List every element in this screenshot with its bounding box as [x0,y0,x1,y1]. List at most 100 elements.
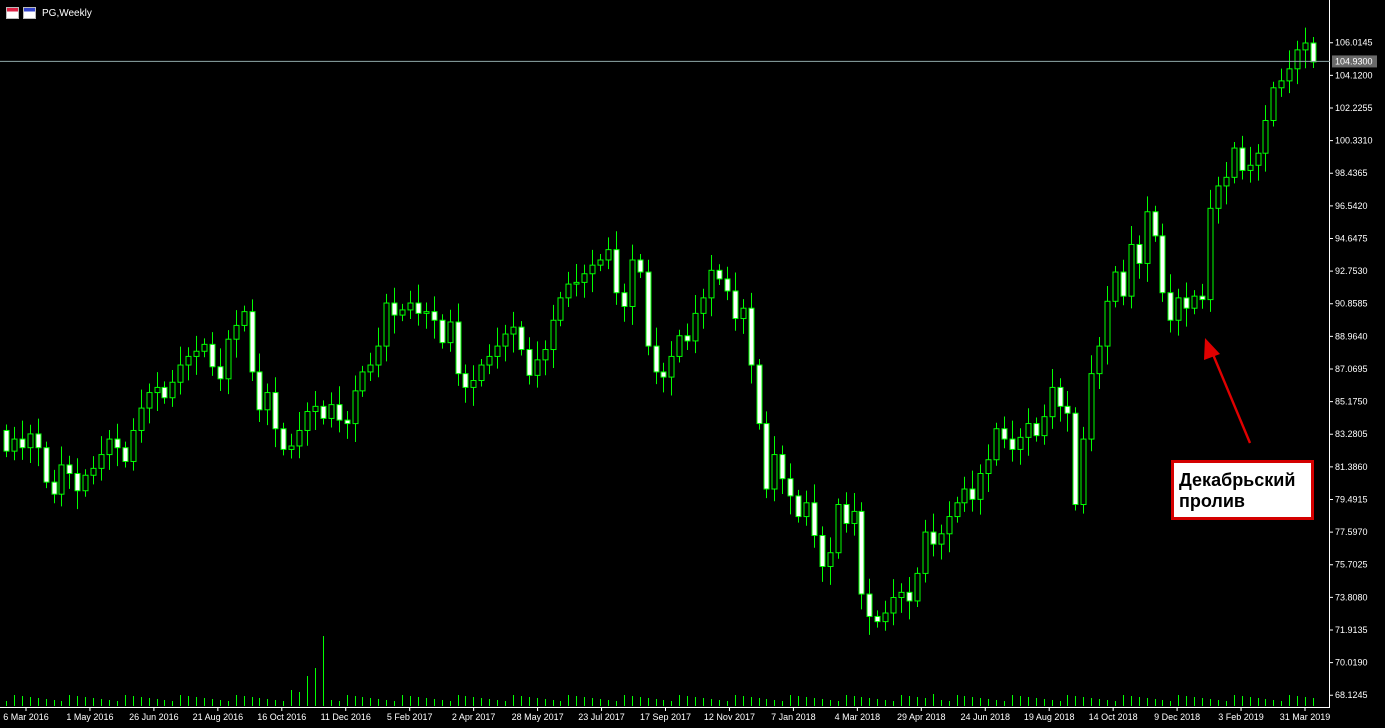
current-price-label: 104.9300 [1335,56,1373,66]
price-chart[interactable]: 106.0145 104.1200 102.2255 100.3310 98.4365 9… [0,0,1385,728]
candle [27,424,34,464]
candle [233,310,240,358]
candle-body [795,495,802,518]
candle-body [1223,176,1230,187]
annotation-text: Декабрьский пролив [1179,470,1296,511]
price-tick-label: 94.6475 [1335,233,1368,243]
candle-body [256,371,263,411]
chart-window-icon[interactable] [6,7,19,19]
candle [74,458,81,510]
price-tick-label: 79.4915 [1335,494,1368,504]
candle [344,411,351,439]
candle [756,359,763,430]
candle [668,341,675,396]
candle [1128,226,1135,309]
candle [716,264,723,285]
candle-body [716,269,723,280]
candle [708,254,715,317]
candle [1009,420,1016,462]
candle-body [985,459,992,475]
price-tick-label: 75.7025 [1335,560,1368,570]
candle-body [510,326,517,335]
time-tick-label: 4 Mar 2018 [835,712,881,722]
candle-body [668,355,675,378]
candle-body [233,324,240,340]
candle [557,291,564,327]
time-tick-label: 14 Oct 2018 [1089,712,1138,722]
candle-body [1041,416,1048,437]
candle-body [660,371,667,378]
candle [906,577,913,620]
candle [724,266,731,301]
candle-body [1167,292,1174,321]
candle-body [1017,436,1024,450]
candle-body [304,411,311,431]
candle [961,476,968,512]
candle [161,381,168,404]
candle [11,426,18,461]
candle-body [827,552,834,568]
candle [1247,146,1254,183]
time-tick-label: 21 Aug 2016 [193,712,244,722]
candle-body [35,433,42,449]
candle-body [288,445,295,450]
candle-body [542,349,549,361]
chart-title: PG,Weekly [42,7,92,19]
price-tick-label: 73.8080 [1335,592,1368,602]
candle [249,299,256,382]
candle-body [225,338,232,380]
candle-body [201,343,208,352]
candle [336,386,343,433]
candle-body [1088,373,1095,440]
candle [383,293,390,362]
candle [114,423,121,467]
candle [423,302,430,329]
candle-body [581,273,588,283]
candle [930,513,937,557]
chart-window[interactable]: 106.0145 104.1200 102.2255 100.3310 98.4365 9… [0,0,1385,728]
candle-body [819,535,826,568]
candle [328,392,335,428]
candle-body [1175,297,1182,321]
candle-body [732,290,739,320]
candle-body [185,355,192,366]
candle-body [367,364,374,373]
candle-body [344,419,351,425]
candle-body [708,269,715,299]
candle [304,402,311,446]
candle [581,264,588,298]
time-tick-label: 26 Jun 2016 [129,712,179,722]
candle-body [1270,87,1277,121]
candle-body [161,386,168,399]
candle [613,231,620,305]
candle-body [1207,207,1214,301]
candle [1049,368,1056,429]
candle [241,305,248,332]
candle [320,400,327,425]
candle-body [565,283,572,299]
candle [637,253,644,279]
candle-body [597,259,604,266]
time-tick-label: 5 Feb 2017 [387,712,433,722]
candle [1286,50,1293,94]
candle [35,418,42,467]
candle-body [1262,119,1269,154]
candle [407,290,414,320]
candle-body [1191,295,1198,309]
candle [597,253,604,272]
candle-body [114,438,121,449]
chart-properties-icon[interactable] [23,7,36,19]
candle-body [922,531,929,574]
candle-body [1152,211,1159,237]
candle-body [740,307,747,320]
candle [1310,36,1317,68]
candle-body [1302,42,1309,51]
candle-body [1049,386,1056,418]
candle [851,492,858,536]
candle [629,244,636,325]
candle-body [550,319,557,351]
candle-body [1294,49,1301,70]
price-tick-label: 68.1245 [1335,690,1368,700]
candle-body [605,249,612,261]
candle [890,579,897,626]
